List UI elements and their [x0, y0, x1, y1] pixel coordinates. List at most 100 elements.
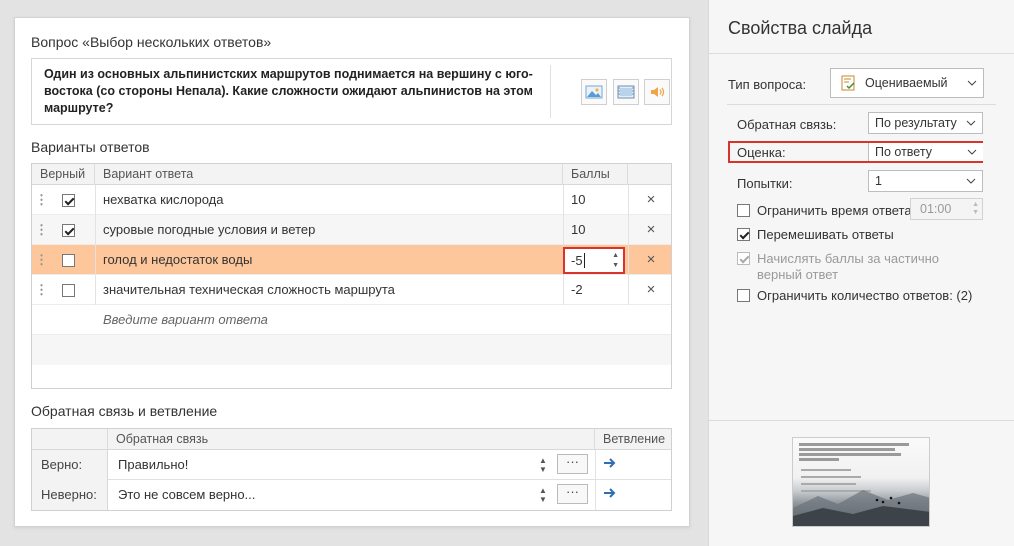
- divider: [727, 104, 996, 105]
- points-input[interactable]: -5: [571, 249, 583, 272]
- mountain-photo: [793, 490, 929, 526]
- feedback-table-header: Обратная связь Ветвление: [32, 429, 671, 450]
- question-type-value: Оцениваемый: [865, 76, 948, 90]
- correct-checkbox[interactable]: [62, 224, 75, 237]
- delete-answer-icon[interactable]: ×: [643, 215, 659, 245]
- spin-down-icon[interactable]: ▼: [612, 262, 619, 269]
- partial-score-checkbox[interactable]: [737, 252, 750, 265]
- feedback-row-incorrect: Неверно: Это не совсем верно... ▲ ▼ ···: [32, 480, 671, 510]
- feedback-label: Верно:: [32, 450, 108, 480]
- answer-text[interactable]: суровые погодные условия и ветер: [103, 215, 315, 245]
- insert-audio-button[interactable]: [644, 79, 670, 105]
- limit-time-checkbox[interactable]: [737, 204, 750, 217]
- partial-score-label: Начислять баллы за частично верный ответ: [757, 251, 940, 282]
- chevron-down-icon: [967, 80, 977, 86]
- answers-table-header: Верный Вариант ответа Баллы: [32, 164, 671, 185]
- points-spinbox[interactable]: -5 ▲ ▼: [563, 247, 625, 274]
- graded-question-icon: [841, 75, 855, 91]
- answer-text[interactable]: значительная техническая сложность маршр…: [103, 275, 395, 305]
- feedback-mode-dropdown[interactable]: По результату: [868, 112, 983, 134]
- slide-properties-panel: Свойства слайда Тип вопроса: Оцениваемый…: [708, 0, 1014, 546]
- table-row[interactable]: значительная техническая сложность маршр…: [32, 275, 671, 305]
- audio-icon: [651, 87, 665, 97]
- new-answer-row[interactable]: Введите вариант ответа: [32, 305, 671, 335]
- panel-title: Свойства слайда: [728, 18, 873, 38]
- answer-points[interactable]: 10: [571, 185, 585, 215]
- limit-count-label: Ограничить количество ответов: (2): [757, 288, 973, 303]
- attempts-label: Попытки:: [737, 176, 793, 191]
- correct-checkbox[interactable]: [62, 194, 75, 207]
- feedback-label: Неверно:: [32, 480, 108, 510]
- feedback-text[interactable]: Это не совсем верно...: [118, 480, 255, 510]
- shuffle-label: Перемешивать ответы: [757, 227, 894, 242]
- answer-text[interactable]: голод и недостаток воды: [103, 245, 252, 275]
- branch-arrow-icon[interactable]: [603, 457, 617, 469]
- feedback-more-button[interactable]: ···: [557, 454, 588, 474]
- time-limit-value: 01:00: [920, 202, 952, 216]
- table-row[interactable]: суровые погодные условия и ветер 10 ×: [32, 215, 671, 245]
- answer-text[interactable]: нехватка кислорода: [103, 185, 224, 215]
- drag-handle-icon[interactable]: [40, 283, 43, 297]
- drag-handle-icon[interactable]: [40, 223, 43, 237]
- answers-section-title: Варианты ответов: [31, 139, 150, 155]
- feedback-scroll-arrows[interactable]: ▲ ▼: [538, 456, 548, 474]
- score-dropdown[interactable]: По ответу: [868, 143, 983, 161]
- empty-row: [32, 335, 671, 365]
- limit-count-checkbox[interactable]: [737, 289, 750, 302]
- delete-answer-icon[interactable]: ×: [643, 245, 659, 275]
- table-row[interactable]: нехватка кислорода 10 ×: [32, 185, 671, 215]
- question-title: Вопрос «Выбор нескольких ответов»: [31, 34, 272, 50]
- question-type-label: Тип вопроса:: [728, 77, 807, 92]
- feedback-section-title: Обратная связь и ветвление: [31, 403, 218, 419]
- question-text[interactable]: Один из основных альпинистских маршрутов…: [44, 66, 538, 117]
- correct-checkbox[interactable]: [62, 284, 75, 297]
- spin-up-icon[interactable]: ▲: [612, 252, 619, 259]
- attempts-value: 1: [875, 174, 882, 188]
- chevron-down-icon: [967, 149, 977, 155]
- col-branching-header: Ветвление: [603, 432, 666, 446]
- drag-handle-icon[interactable]: [40, 193, 43, 207]
- shuffle-checkbox[interactable]: [737, 228, 750, 241]
- col-variant-header: Вариант ответа: [95, 164, 563, 185]
- time-limit-input[interactable]: 01:00 ▲ ▼: [910, 198, 983, 220]
- answer-points[interactable]: 10: [571, 215, 585, 245]
- feedback-more-button[interactable]: ···: [557, 484, 588, 504]
- feedback-mode-label: Обратная связь:: [737, 117, 837, 132]
- image-icon: [585, 85, 603, 99]
- col-correct-header: Верный: [32, 164, 95, 185]
- chevron-down-icon: [966, 120, 976, 126]
- new-answer-input[interactable]: Введите вариант ответа: [103, 305, 268, 335]
- feedback-table: Обратная связь Ветвление Верно: Правильн…: [31, 428, 672, 511]
- question-text-box[interactable]: Один из основных альпинистских маршрутов…: [31, 58, 672, 125]
- delete-answer-icon[interactable]: ×: [643, 185, 659, 215]
- text-caret: [584, 253, 585, 268]
- question-type-dropdown[interactable]: Оцениваемый: [830, 68, 984, 98]
- score-value: По ответу: [875, 145, 932, 159]
- score-highlight: Оценка: По ответу: [728, 141, 983, 163]
- attempts-dropdown[interactable]: 1: [868, 170, 983, 192]
- table-row-selected[interactable]: голод и недостаток воды -5 ▲ ▼ ×: [32, 245, 671, 275]
- insert-image-button[interactable]: [581, 79, 607, 105]
- divider: [709, 53, 1014, 54]
- branch-arrow-icon[interactable]: [603, 487, 617, 499]
- correct-checkbox[interactable]: [62, 254, 75, 267]
- delete-answer-icon[interactable]: ×: [643, 275, 659, 305]
- feedback-scroll-arrows[interactable]: ▲ ▼: [538, 486, 548, 504]
- insert-video-button[interactable]: [613, 79, 639, 105]
- question-editor: Вопрос «Выбор нескольких ответов» Один и…: [14, 17, 690, 527]
- feedback-text[interactable]: Правильно!: [118, 450, 188, 480]
- feedback-row-correct: Верно: Правильно! ▲ ▼ ···: [32, 450, 671, 480]
- limit-time-label: Ограничить время ответа:: [757, 203, 916, 218]
- time-spin-icon[interactable]: ▲ ▼: [972, 201, 979, 217]
- divider: [550, 65, 551, 118]
- score-label: Оценка:: [737, 145, 786, 160]
- video-icon: [617, 85, 635, 99]
- feedback-mode-value: По результату: [875, 116, 957, 130]
- answers-table: Верный Вариант ответа Баллы нехватка кис…: [31, 163, 672, 389]
- answer-points[interactable]: -2: [571, 275, 583, 305]
- drag-handle-icon[interactable]: [40, 253, 43, 267]
- col-feedback-header: Обратная связь: [108, 429, 595, 450]
- col-points-header: Баллы: [563, 164, 628, 185]
- slide-thumbnail[interactable]: [792, 437, 930, 527]
- chevron-down-icon: [966, 178, 976, 184]
